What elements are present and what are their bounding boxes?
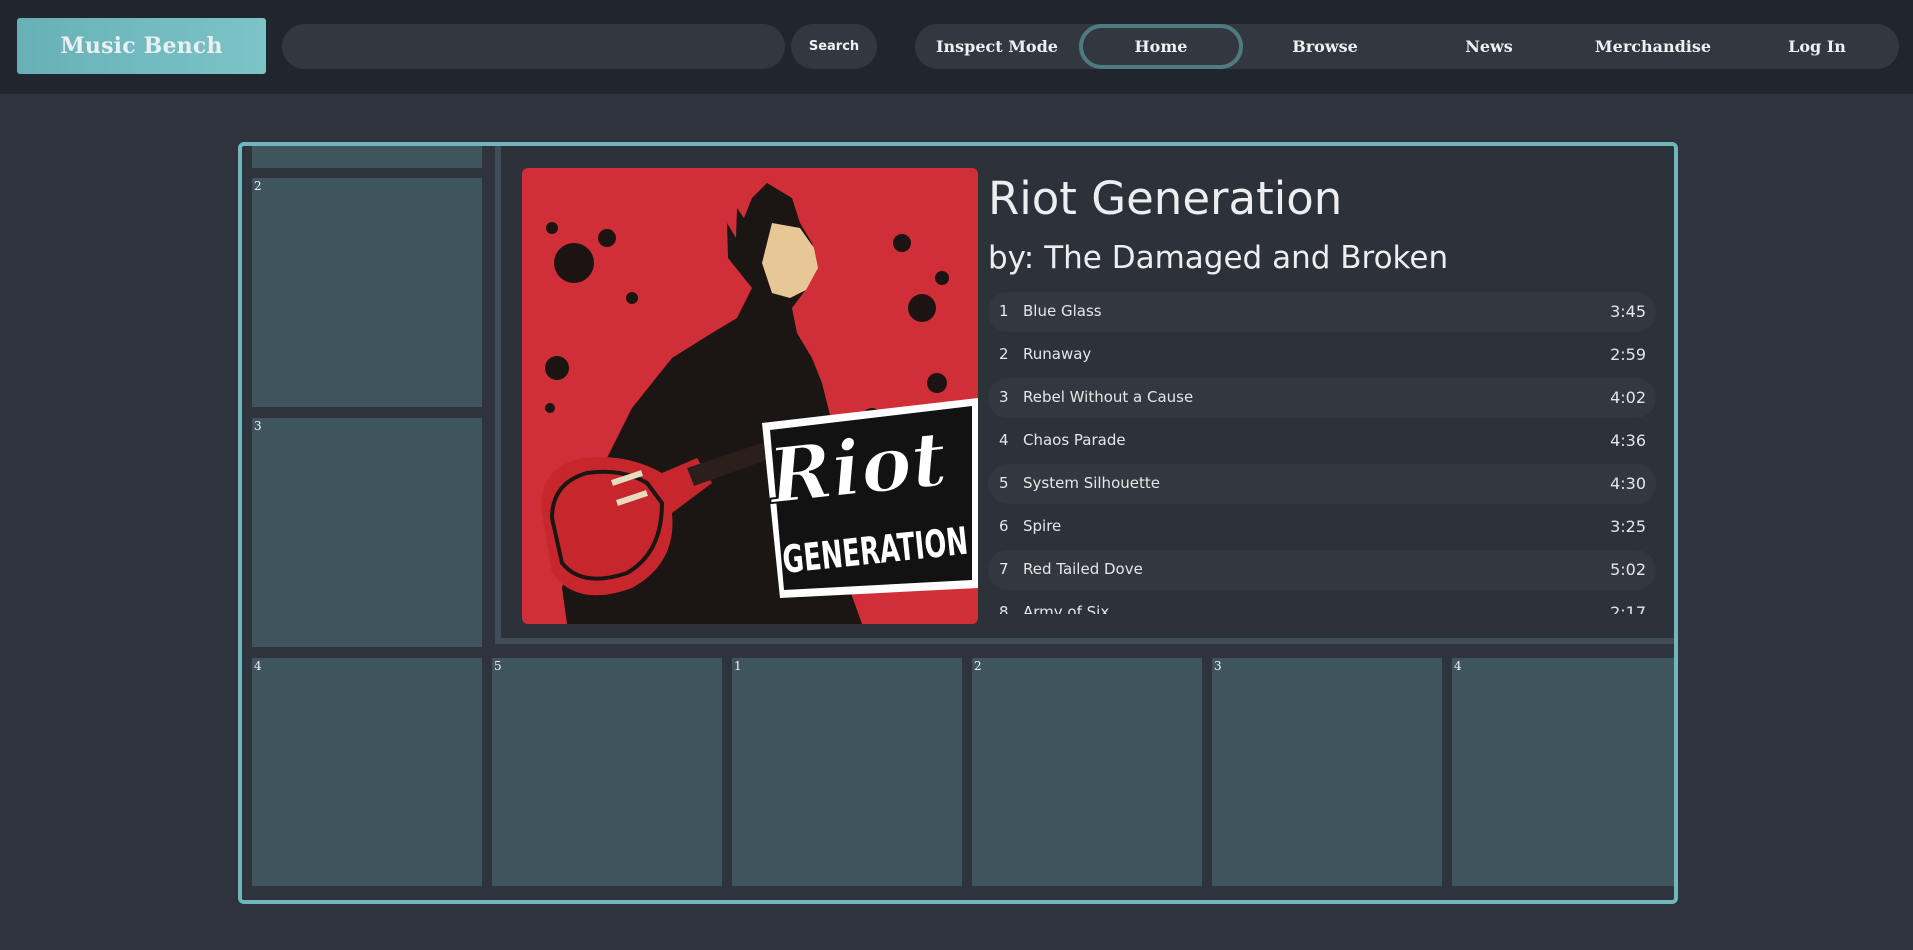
- track-list: 1 Blue Glass 3:45 2 Runaway 2:59 3 Rebel…: [988, 292, 1656, 614]
- track-duration: 2:17: [1610, 603, 1646, 614]
- album-tile[interactable]: 2: [972, 658, 1202, 886]
- nav-home[interactable]: Home: [1079, 24, 1243, 69]
- album-tile[interactable]: 5: [492, 658, 722, 886]
- tile-number: 4: [254, 659, 262, 673]
- album-tile[interactable]: 2: [252, 178, 482, 407]
- tile-number: 5: [494, 659, 502, 673]
- featured-album-content: Riot GENERATION Riot Generation by: The D…: [501, 146, 1674, 638]
- track-duration: 3:45: [1610, 302, 1646, 321]
- track-title: Army of Six: [1023, 603, 1110, 614]
- album-artist-line: by: The Damaged and Broken: [988, 240, 1458, 276]
- track-duration: 4:36: [1610, 431, 1646, 450]
- track-duration: 2:59: [1610, 345, 1646, 364]
- search-input[interactable]: [282, 24, 785, 69]
- nav-merchandise[interactable]: Merchandise: [1571, 24, 1735, 69]
- track-number: 1: [999, 302, 1009, 320]
- track-duration: 4:02: [1610, 388, 1646, 407]
- tile-number: 2: [254, 179, 262, 193]
- track-row[interactable]: 6 Spire 3:25: [988, 507, 1656, 547]
- top-bar: Music Bench Search Inspect Mode Home Bro…: [0, 0, 1913, 94]
- nav-browse[interactable]: Browse: [1243, 24, 1407, 69]
- nav-news[interactable]: News: [1407, 24, 1571, 69]
- artist-prefix: by:: [988, 240, 1035, 276]
- track-title: Spire: [1023, 517, 1062, 535]
- nav-log-in[interactable]: Log In: [1735, 24, 1899, 69]
- search-button[interactable]: Search: [791, 24, 877, 69]
- track-duration: 4:30: [1610, 474, 1646, 493]
- tile-number: 3: [1214, 659, 1222, 673]
- track-number: 3: [999, 388, 1009, 406]
- track-number: 8: [999, 603, 1009, 614]
- track-number: 2: [999, 345, 1009, 363]
- track-row[interactable]: 5 System Silhouette 4:30: [988, 464, 1656, 504]
- album-title: Riot Generation: [988, 172, 1343, 225]
- track-number: 6: [999, 517, 1009, 535]
- featured-album-panel: Riot GENERATION Riot Generation by: The D…: [495, 146, 1674, 644]
- track-number: 7: [999, 560, 1009, 578]
- tile-number: 4: [1454, 659, 1462, 673]
- main-nav: Inspect Mode Home Browse News Merchandis…: [915, 24, 1899, 69]
- album-cover-image[interactable]: Riot GENERATION: [522, 168, 978, 624]
- album-grid-frame: 2 3 Riot GENERATION Riot Generation by: …: [238, 142, 1678, 904]
- album-tile[interactable]: 1: [732, 658, 962, 886]
- tile-number: 1: [734, 659, 742, 673]
- album-tile[interactable]: 3: [1212, 658, 1442, 886]
- track-duration: 5:02: [1610, 560, 1646, 579]
- cover-logo-riot: Riot: [763, 414, 951, 521]
- track-row[interactable]: 7 Red Tailed Dove 5:02: [988, 550, 1656, 590]
- track-number: 5: [999, 474, 1009, 492]
- track-row[interactable]: 1 Blue Glass 3:45: [988, 292, 1656, 332]
- artist-name[interactable]: The Damaged and Broken: [1044, 240, 1448, 276]
- track-row[interactable]: 8 Army of Six 2:17: [988, 593, 1656, 614]
- nav-inspect-mode[interactable]: Inspect Mode: [915, 24, 1079, 69]
- album-tile[interactable]: 4: [1452, 658, 1674, 886]
- track-duration: 3:25: [1610, 517, 1646, 536]
- track-title: Rebel Without a Cause: [1023, 388, 1194, 406]
- album-tile[interactable]: [252, 146, 482, 168]
- track-title: System Silhouette: [1023, 474, 1160, 492]
- track-row[interactable]: 2 Runaway 2:59: [988, 335, 1656, 375]
- track-title: Chaos Parade: [1023, 431, 1126, 449]
- track-number: 4: [999, 431, 1009, 449]
- track-row[interactable]: 3 Rebel Without a Cause 4:02: [988, 378, 1656, 418]
- app-logo[interactable]: Music Bench: [17, 18, 266, 74]
- tile-number: 3: [254, 419, 262, 433]
- track-row[interactable]: 4 Chaos Parade 4:36: [988, 421, 1656, 461]
- album-tile[interactable]: 3: [252, 418, 482, 647]
- tile-number: 2: [974, 659, 982, 673]
- album-tile[interactable]: 4: [252, 658, 482, 886]
- track-title: Blue Glass: [1023, 302, 1102, 320]
- track-title: Runaway: [1023, 345, 1092, 363]
- track-title: Red Tailed Dove: [1023, 560, 1143, 578]
